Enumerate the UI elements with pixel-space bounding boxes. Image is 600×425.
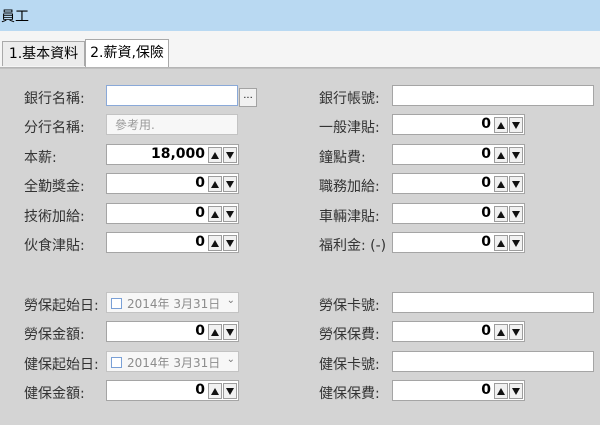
increment-icon[interactable] <box>494 324 508 340</box>
skill-allowance-label: 技術加給: <box>24 209 85 225</box>
decrement-icon[interactable] <box>509 206 523 222</box>
increment-icon[interactable] <box>494 176 508 192</box>
decrement-icon[interactable] <box>509 383 523 399</box>
decrement-icon[interactable] <box>223 383 237 399</box>
hourly-fee-label: 鐘點費: <box>319 150 366 166</box>
duty-allowance-label: 職務加給: <box>319 179 380 195</box>
branch-name-placeholder: 參考用. <box>115 118 155 132</box>
increment-icon[interactable] <box>208 383 222 399</box>
checkbox-icon[interactable] <box>111 357 122 368</box>
decrement-icon[interactable] <box>223 147 237 163</box>
title-bar: 員工 <box>0 0 600 32</box>
general-allowance-stepper[interactable]: 0 <box>392 114 525 135</box>
base-salary-stepper[interactable]: 18,000 <box>106 144 239 165</box>
welfare-label: 福利金: (-) <box>319 238 387 254</box>
decrement-icon[interactable] <box>223 176 237 192</box>
vehicle-allowance-label: 車輛津貼: <box>319 209 380 225</box>
checkbox-icon[interactable] <box>111 298 122 309</box>
increment-icon[interactable] <box>494 206 508 222</box>
meal-allowance-stepper[interactable]: 0 <box>106 232 239 253</box>
labor-start-label: 勞保起始日: <box>24 298 99 314</box>
duty-allowance-stepper[interactable]: 0 <box>392 173 525 194</box>
health-card-label: 健保卡號: <box>319 357 380 373</box>
labor-card-label: 勞保卡號: <box>319 298 380 314</box>
health-start-label: 健保起始日: <box>24 357 99 373</box>
bank-lookup-button[interactable]: ... <box>239 88 257 107</box>
health-amount-label: 健保金額: <box>24 386 85 402</box>
attendance-bonus-stepper[interactable]: 0 <box>106 173 239 194</box>
increment-icon[interactable] <box>208 147 222 163</box>
increment-icon[interactable] <box>208 206 222 222</box>
increment-icon[interactable] <box>208 176 222 192</box>
base-salary-label: 本薪: <box>24 150 57 166</box>
decrement-icon[interactable] <box>223 324 237 340</box>
attendance-bonus-label: 全勤獎金: <box>24 179 85 195</box>
branch-name-label: 分行名稱: <box>24 120 85 136</box>
increment-icon[interactable] <box>494 147 508 163</box>
increment-icon[interactable] <box>208 324 222 340</box>
decrement-icon[interactable] <box>223 235 237 251</box>
health-fee-stepper[interactable]: 0 <box>392 380 525 401</box>
chevron-down-icon[interactable]: ⌄ <box>227 354 235 365</box>
increment-icon[interactable] <box>208 235 222 251</box>
window-title: 員工 <box>1 9 29 25</box>
decrement-icon[interactable] <box>509 235 523 251</box>
tab-salary-insurance[interactable]: 2.薪資,保險 <box>85 39 169 67</box>
branch-name-input[interactable]: 參考用. <box>106 114 238 135</box>
increment-icon[interactable] <box>494 117 508 133</box>
decrement-icon[interactable] <box>509 147 523 163</box>
tab-basic-info[interactable]: 1.基本資料 <box>2 41 85 66</box>
bank-account-input[interactable] <box>392 85 594 106</box>
decrement-icon[interactable] <box>223 206 237 222</box>
increment-icon[interactable] <box>494 383 508 399</box>
decrement-icon[interactable] <box>509 117 523 133</box>
labor-amount-stepper[interactable]: 0 <box>106 321 239 342</box>
labor-start-datepicker[interactable]: 2014年 3月31日 ⌄ <box>106 292 239 313</box>
hourly-fee-stepper[interactable]: 0 <box>392 144 525 165</box>
labor-fee-label: 勞保保費: <box>319 327 380 343</box>
vehicle-allowance-stepper[interactable]: 0 <box>392 203 525 224</box>
salary-insurance-panel: 銀行名稱: ... 銀行帳號: 分行名稱: 參考用. 一般津貼: 0 本薪: 1… <box>0 68 600 425</box>
labor-amount-label: 勞保金額: <box>24 327 85 343</box>
decrement-icon[interactable] <box>509 176 523 192</box>
welfare-stepper[interactable]: 0 <box>392 232 525 253</box>
health-fee-label: 健保保費: <box>319 386 380 402</box>
tab-strip: 1.基本資料 2.薪資,保險 <box>0 31 600 68</box>
bank-name-label: 銀行名稱: <box>24 91 85 107</box>
health-start-datepicker[interactable]: 2014年 3月31日 ⌄ <box>106 351 239 372</box>
health-amount-stepper[interactable]: 0 <box>106 380 239 401</box>
labor-fee-stepper[interactable]: 0 <box>392 321 525 342</box>
skill-allowance-stepper[interactable]: 0 <box>106 203 239 224</box>
decrement-icon[interactable] <box>509 324 523 340</box>
bank-account-label: 銀行帳號: <box>319 91 380 107</box>
health-card-input[interactable] <box>392 351 594 372</box>
general-allowance-label: 一般津貼: <box>319 120 380 136</box>
chevron-down-icon[interactable]: ⌄ <box>227 295 235 306</box>
increment-icon[interactable] <box>494 235 508 251</box>
bank-name-input[interactable] <box>106 85 238 106</box>
labor-card-input[interactable] <box>392 292 594 313</box>
meal-allowance-label: 伙食津貼: <box>24 238 85 254</box>
